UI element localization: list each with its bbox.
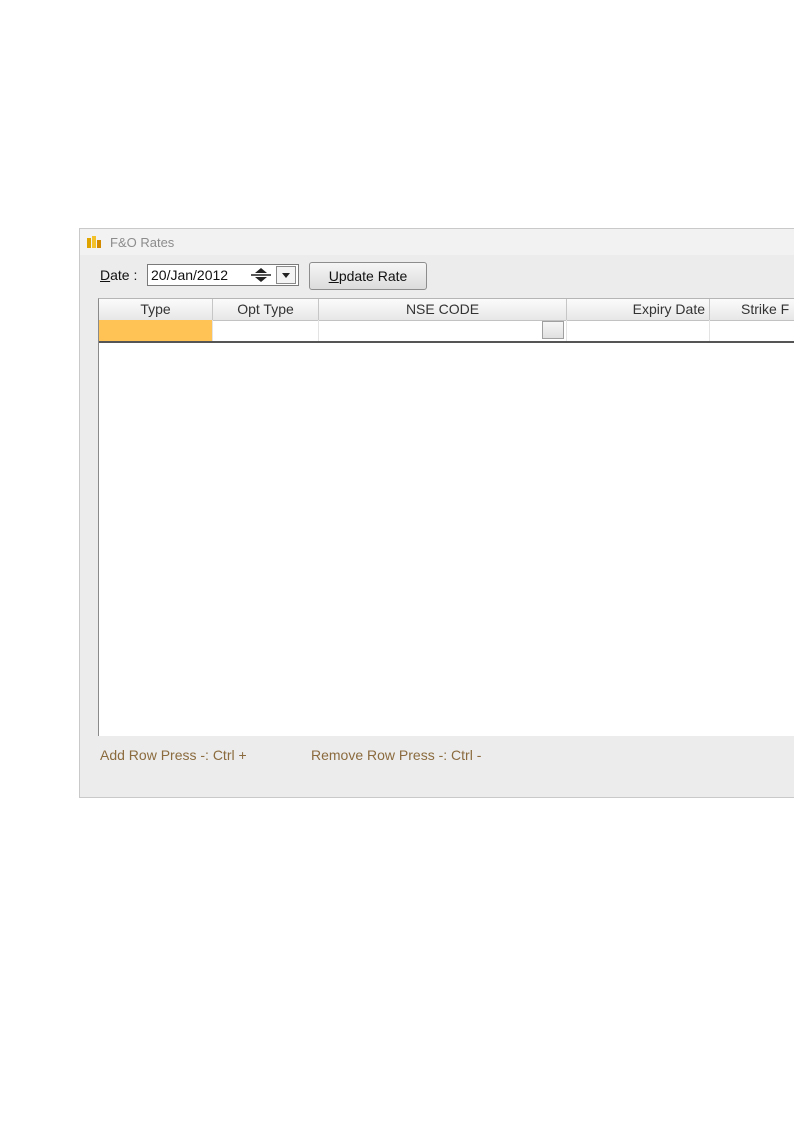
column-header-strike-price[interactable]: Strike F [710, 299, 794, 320]
update-rate-label: pdate Rate [338, 268, 408, 284]
chevron-down-icon [282, 273, 290, 278]
date-label: Date : [100, 267, 137, 283]
column-header-nse-code[interactable]: NSE CODE [319, 299, 567, 320]
spinner-up-icon[interactable] [255, 268, 267, 273]
date-spinner[interactable] [249, 266, 273, 284]
fo-rates-window: F&O Rates Date : 20/Jan/2012 Update Rate [79, 228, 794, 798]
add-row-hint: Add Row Press -: Ctrl + [100, 747, 247, 763]
window-title: F&O Rates [110, 235, 175, 250]
date-picker[interactable]: 20/Jan/2012 [147, 264, 299, 286]
remove-row-hint: Remove Row Press -: Ctrl - [311, 747, 482, 763]
update-rate-button[interactable]: Update Rate [309, 262, 427, 290]
column-header-expiry-date[interactable]: Expiry Date [567, 299, 710, 320]
date-label-mnemonic: D [100, 267, 111, 283]
cell-nse-code[interactable] [319, 320, 567, 341]
app-icon [86, 235, 102, 249]
rates-grid[interactable]: Type Opt Type NSE CODE Expiry Date Strik… [98, 298, 794, 736]
title-bar[interactable]: F&O Rates [80, 229, 794, 255]
column-header-opt-type[interactable]: Opt Type [213, 299, 319, 320]
grid-header: Type Opt Type NSE CODE Expiry Date Strik… [99, 299, 794, 321]
date-dropdown-button[interactable] [276, 266, 296, 284]
table-row[interactable] [99, 320, 794, 343]
date-label-text: ate : [110, 267, 138, 283]
date-value[interactable]: 20/Jan/2012 [151, 267, 228, 283]
update-rate-mnemonic: U [328, 268, 339, 284]
cell-opt-type[interactable] [213, 320, 319, 341]
cell-type[interactable] [99, 320, 213, 341]
cell-expiry-date[interactable] [567, 320, 710, 341]
cell-strike-price[interactable] [710, 320, 794, 341]
spinner-down-icon[interactable] [255, 277, 267, 282]
column-header-type[interactable]: Type [99, 299, 213, 320]
nse-code-lookup-button[interactable] [542, 321, 564, 339]
